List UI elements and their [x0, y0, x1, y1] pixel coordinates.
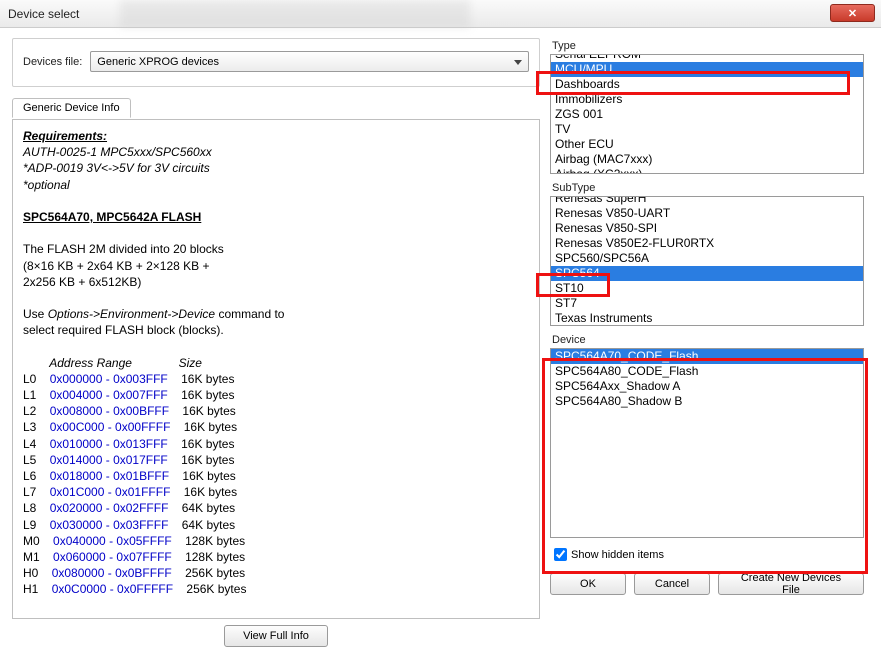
list-item[interactable]: Renesas V850-UART — [551, 206, 863, 221]
close-icon: ✕ — [848, 7, 857, 20]
list-item[interactable]: SPC564Axx_Shadow A — [551, 379, 863, 394]
list-item[interactable]: SPC564 — [551, 266, 863, 281]
background-blur — [120, 0, 470, 28]
cancel-button[interactable]: Cancel — [634, 573, 710, 595]
req-line: *optional — [23, 177, 529, 193]
address-row: H0 0x080000 - 0x0BFFFF 256K bytes — [23, 565, 529, 581]
devices-file-row: Devices file: Generic XPROG devices — [12, 38, 540, 87]
list-item[interactable]: Serial EEPROM — [551, 54, 863, 62]
show-hidden-checkbox[interactable] — [554, 548, 567, 561]
list-item[interactable]: Airbag (XC2xxx) — [551, 167, 863, 174]
desc-line: The FLASH 2M divided into 20 blocks — [23, 241, 529, 257]
subtype-label: SubType — [550, 180, 864, 196]
use-line2: select required FLASH block (blocks). — [23, 322, 529, 338]
address-row: L9 0x030000 - 0x03FFFF 64K bytes — [23, 517, 529, 533]
list-item[interactable]: Renesas V850-SPI — [551, 221, 863, 236]
close-button[interactable]: ✕ — [830, 4, 875, 22]
device-info-panel: Requirements: AUTH-0025-1 MPC5xxx/SPC560… — [12, 119, 540, 619]
devices-file-value: Generic XPROG devices — [97, 56, 219, 68]
list-item[interactable]: SPC564A80_Shadow B — [551, 394, 863, 409]
address-row: H1 0x0C0000 - 0x0FFFFF 256K bytes — [23, 581, 529, 597]
list-item[interactable]: TV — [551, 122, 863, 137]
address-row: L3 0x00C000 - 0x00FFFF 16K bytes — [23, 419, 529, 435]
list-item[interactable]: Airbag (MAC7xxx) — [551, 152, 863, 167]
address-row: M0 0x040000 - 0x05FFFF 128K bytes — [23, 533, 529, 549]
address-row: L4 0x010000 - 0x013FFF 16K bytes — [23, 436, 529, 452]
req-line: *ADP-0019 3V<->5V for 3V circuits — [23, 160, 529, 176]
list-item[interactable]: SPC564A70_CODE_Flash — [551, 349, 863, 364]
list-item[interactable]: ZGS 001 — [551, 107, 863, 122]
subtype-listbox[interactable]: Renesas SuperHRenesas V850-UARTRenesas V… — [550, 196, 864, 326]
list-item[interactable]: Texas Instruments — [551, 311, 863, 326]
list-item[interactable]: Other ECU — [551, 137, 863, 152]
list-item[interactable]: Immobilizers — [551, 92, 863, 107]
list-item[interactable]: Dashboards — [551, 77, 863, 92]
show-hidden-label: Show hidden items — [571, 549, 664, 561]
list-item[interactable]: Renesas SuperH — [551, 196, 863, 206]
req-line: AUTH-0025-1 MPC5xxx/SPC560xx — [23, 144, 529, 160]
tab-generic-device-info[interactable]: Generic Device Info — [12, 98, 131, 118]
address-row: L6 0x018000 - 0x01BFFF 16K bytes — [23, 468, 529, 484]
devices-file-label: Devices file: — [23, 56, 82, 68]
ok-button[interactable]: OK — [550, 573, 626, 595]
list-item[interactable]: Renesas V850E2-FLUR0RTX — [551, 236, 863, 251]
list-item[interactable]: ST7 — [551, 296, 863, 311]
address-row: L0 0x000000 - 0x003FFF 16K bytes — [23, 371, 529, 387]
view-full-info-button[interactable]: View Full Info — [224, 625, 328, 647]
address-row: L7 0x01C000 - 0x01FFFF 16K bytes — [23, 484, 529, 500]
list-item[interactable]: MCU/MPU — [551, 62, 863, 77]
desc-line: 2x256 KB + 6x512KB) — [23, 274, 529, 290]
address-row: M1 0x060000 - 0x07FFFF 128K bytes — [23, 549, 529, 565]
create-new-devices-file-button[interactable]: Create New Devices File — [718, 573, 864, 595]
address-row: L5 0x014000 - 0x017FFF 16K bytes — [23, 452, 529, 468]
address-row: L1 0x004000 - 0x007FFF 16K bytes — [23, 387, 529, 403]
device-heading: SPC564A70, MPC5642A FLASH — [23, 209, 529, 225]
address-row: L2 0x008000 - 0x00BFFF 16K bytes — [23, 403, 529, 419]
table-header: Address Range Size — [23, 355, 529, 371]
address-row: L8 0x020000 - 0x02FFFF 64K bytes — [23, 500, 529, 516]
use-line: Use Options->Environment->Device command… — [23, 306, 529, 322]
requirements-heading: Requirements: — [23, 128, 529, 144]
list-item[interactable]: SPC564A80_CODE_Flash — [551, 364, 863, 379]
window-title: Device select — [8, 7, 79, 21]
desc-line: (8×16 KB + 2x64 KB + 2×128 KB + — [23, 258, 529, 274]
title-bar: Device select ✕ — [0, 0, 881, 28]
type-listbox[interactable]: Serial EEPROMMCU/MPUDashboardsImmobilize… — [550, 54, 864, 174]
device-label: Device — [550, 332, 864, 348]
list-item[interactable]: ST10 — [551, 281, 863, 296]
device-listbox[interactable]: SPC564A70_CODE_FlashSPC564A80_CODE_Flash… — [550, 348, 864, 538]
list-item[interactable]: SPC560/SPC56A — [551, 251, 863, 266]
type-label: Type — [550, 38, 864, 54]
devices-file-select[interactable]: Generic XPROG devices — [90, 51, 529, 72]
